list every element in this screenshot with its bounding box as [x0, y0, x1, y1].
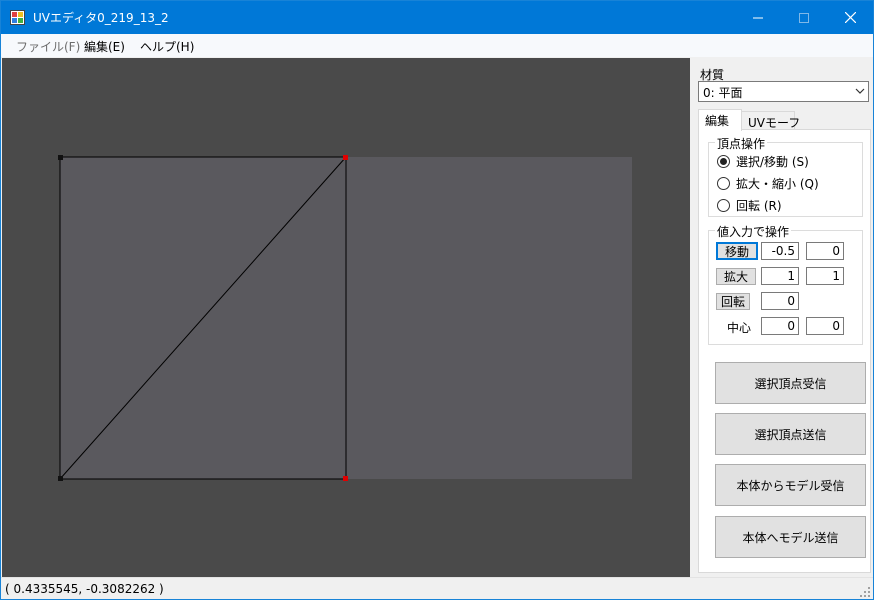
value-input-title: 値入力で操作 — [715, 223, 792, 240]
minimize-button[interactable] — [735, 1, 781, 34]
window-title: UVエディタ0_219_13_2 — [33, 11, 169, 25]
radio-unchecked-icon — [717, 176, 730, 190]
tab-uv-morph[interactable]: UVモーフ — [741, 111, 800, 131]
cursor-coordinates: ( 0.4335545, -0.3082262 ) — [5, 582, 164, 596]
radio-checked-icon — [717, 154, 730, 168]
vertex-operation-group: 頂点操作 選択/移動 (S) 拡大・縮小 (Q) 回転 (R) — [708, 135, 863, 217]
send-model-button[interactable]: 本体へモデル送信 — [715, 516, 866, 558]
menu-edit[interactable]: 編集(E) — [84, 38, 125, 55]
scale-x-input[interactable]: 1 — [761, 267, 799, 285]
radio-select-move[interactable]: 選択/移動 (S) — [717, 153, 809, 169]
side-panel: 材質 0: 平面 編集 UVモーフ 頂点操作 選択/移動 (S) 拡大・縮小 (… — [691, 58, 873, 577]
minimize-icon — [753, 17, 763, 18]
uv-canvas[interactable] — [2, 58, 690, 577]
maximize-button[interactable] — [781, 1, 827, 34]
menu-file[interactable]: ファイル(F) — [16, 38, 80, 55]
uv-view[interactable] — [2, 58, 690, 577]
uv-vertex[interactable] — [58, 476, 63, 481]
uv-vertex-selected[interactable] — [343, 155, 348, 160]
receive-selected-vertices-button[interactable]: 選択頂点受信 — [715, 362, 866, 404]
tab-page-edit: 頂点操作 選択/移動 (S) 拡大・縮小 (Q) 回転 (R) 値入力で操作 移… — [698, 129, 871, 573]
move-x-input[interactable]: -0.5 — [761, 242, 799, 260]
close-button[interactable] — [827, 1, 873, 34]
move-y-input[interactable]: 0 — [806, 242, 844, 260]
chevron-down-icon — [855, 88, 865, 94]
radio-scale[interactable]: 拡大・縮小 (Q) — [717, 175, 819, 191]
scale-button[interactable]: 拡大 — [716, 268, 756, 285]
vertex-operation-title: 頂点操作 — [715, 135, 768, 152]
uv-vertex[interactable] — [58, 155, 63, 160]
center-x-input[interactable]: 0 — [761, 317, 799, 335]
send-selected-vertices-button[interactable]: 選択頂点送信 — [715, 413, 866, 455]
radio-unchecked-icon — [717, 198, 730, 212]
receive-model-button[interactable]: 本体からモデル受信 — [715, 464, 866, 506]
maximize-icon — [799, 12, 809, 23]
rotate-input[interactable]: 0 — [761, 292, 799, 310]
uv-editor-window: UVエディタ0_219_13_2 ファイル(F) 編集(E) ヘルプ(H) 材質… — [0, 0, 874, 600]
rotate-button[interactable]: 回転 — [716, 293, 750, 310]
move-button[interactable]: 移動 — [716, 242, 758, 260]
material-select[interactable]: 0: 平面 — [698, 81, 869, 102]
scale-y-input[interactable]: 1 — [806, 267, 844, 285]
tab-edit[interactable]: 編集 — [698, 109, 742, 131]
material-select-value: 0: 平面 — [703, 86, 743, 100]
value-input-group: 値入力で操作 移動 -0.5 0 拡大 1 1 回転 0 中心 0 0 — [708, 223, 863, 345]
app-icon — [10, 10, 25, 25]
menu-help[interactable]: ヘルプ(H) — [140, 38, 194, 55]
uv-vertex-selected[interactable] — [343, 476, 348, 481]
title-bar[interactable]: UVエディタ0_219_13_2 — [1, 1, 873, 34]
status-bar: ( 0.4335545, -0.3082262 ) — [1, 577, 873, 599]
close-icon — [844, 12, 856, 23]
menu-bar: ファイル(F) 編集(E) ヘルプ(H) — [1, 34, 873, 57]
center-label: 中心 — [727, 321, 752, 335]
resize-grip-icon[interactable] — [859, 586, 871, 598]
radio-rotate[interactable]: 回転 (R) — [717, 197, 782, 213]
center-y-input[interactable]: 0 — [806, 317, 844, 335]
